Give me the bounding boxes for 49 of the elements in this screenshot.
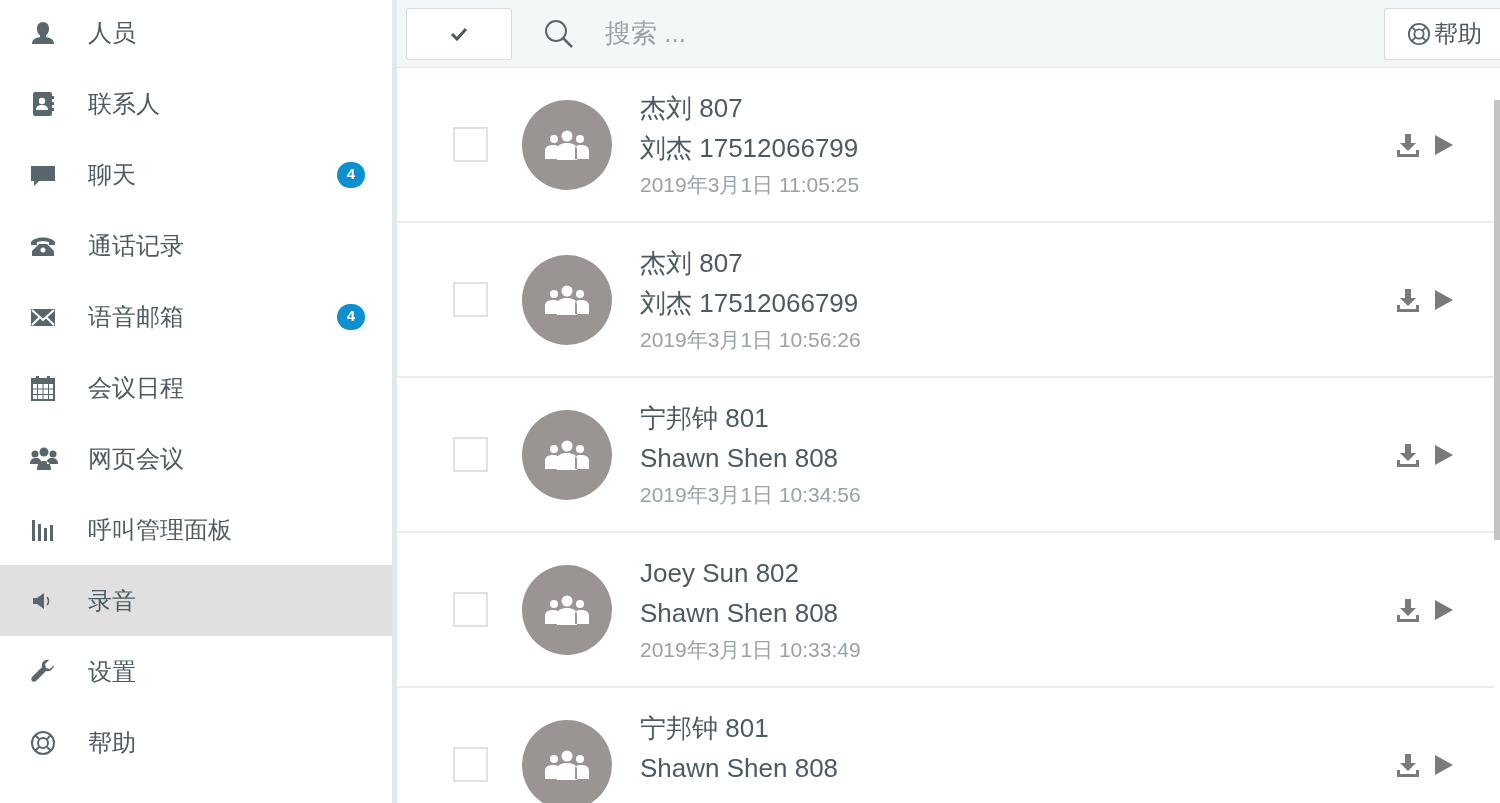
- timestamp: 2019年3月1日 10:33:49: [640, 636, 862, 663]
- lifebuoy-icon: [1407, 21, 1431, 46]
- checkbox[interactable]: [453, 437, 488, 472]
- lifebuoy-icon: [30, 729, 56, 756]
- caller-name: Joey Sun 802: [640, 556, 800, 590]
- checkbox[interactable]: [453, 282, 488, 317]
- checkbox[interactable]: [453, 592, 488, 627]
- download-icon[interactable]: [1396, 597, 1420, 622]
- avatar-group-icon: [522, 409, 612, 500]
- search-icon: [543, 17, 575, 50]
- sidebar-item[interactable]: 录音: [0, 565, 392, 636]
- calendar-icon: [30, 374, 56, 401]
- download-icon[interactable]: [1396, 442, 1420, 467]
- search-input[interactable]: 搜索 ...: [605, 14, 1374, 53]
- download-icon[interactable]: [1396, 752, 1420, 777]
- caller-name: 杰刘 807: [640, 91, 744, 125]
- download-icon[interactable]: [1396, 287, 1420, 312]
- count-badge: 4: [337, 303, 365, 330]
- callee-name: Shawn Shen 808: [640, 596, 840, 630]
- play-icon[interactable]: [1434, 443, 1454, 466]
- caller-name: 宁邦钟 801: [640, 711, 770, 745]
- play-icon[interactable]: [1434, 598, 1454, 621]
- play-icon[interactable]: [1434, 288, 1454, 311]
- avatar-group-icon: [522, 719, 612, 803]
- timestamp: 2019年3月1日 11:05:25: [640, 171, 861, 198]
- group-icon: [30, 445, 58, 472]
- caller-name: 宁邦钟 801: [640, 401, 770, 435]
- avatar-group-icon: [522, 254, 612, 345]
- checkbox[interactable]: [453, 127, 488, 162]
- checkbox[interactable]: [453, 747, 488, 782]
- timestamp: 2019年3月1日 10:34:56: [640, 481, 862, 508]
- avatar-group-icon: [522, 99, 612, 190]
- callee-name: 刘杰 17512066799: [640, 286, 860, 320]
- play-icon[interactable]: [1434, 133, 1454, 156]
- callee-name: Shawn Shen 808: [640, 751, 840, 785]
- address-book-icon: [30, 90, 56, 117]
- timestamp: 2019年3月1日 10:56:26: [640, 326, 862, 353]
- caller-name: 杰刘 807: [640, 246, 744, 280]
- help-button[interactable]: 帮助: [1384, 7, 1500, 60]
- scrollbar[interactable]: [1494, 100, 1500, 540]
- play-icon[interactable]: [1434, 753, 1454, 776]
- wrench-icon: [30, 658, 56, 685]
- checkmark-icon: [450, 26, 468, 41]
- count-badge: 4: [337, 161, 365, 188]
- callee-name: 刘杰 17512066799: [640, 131, 860, 165]
- avatar-group-icon: [522, 564, 612, 655]
- download-icon[interactable]: [1396, 132, 1420, 157]
- person-icon: [30, 19, 56, 46]
- callee-name: Shawn Shen 808: [640, 441, 840, 475]
